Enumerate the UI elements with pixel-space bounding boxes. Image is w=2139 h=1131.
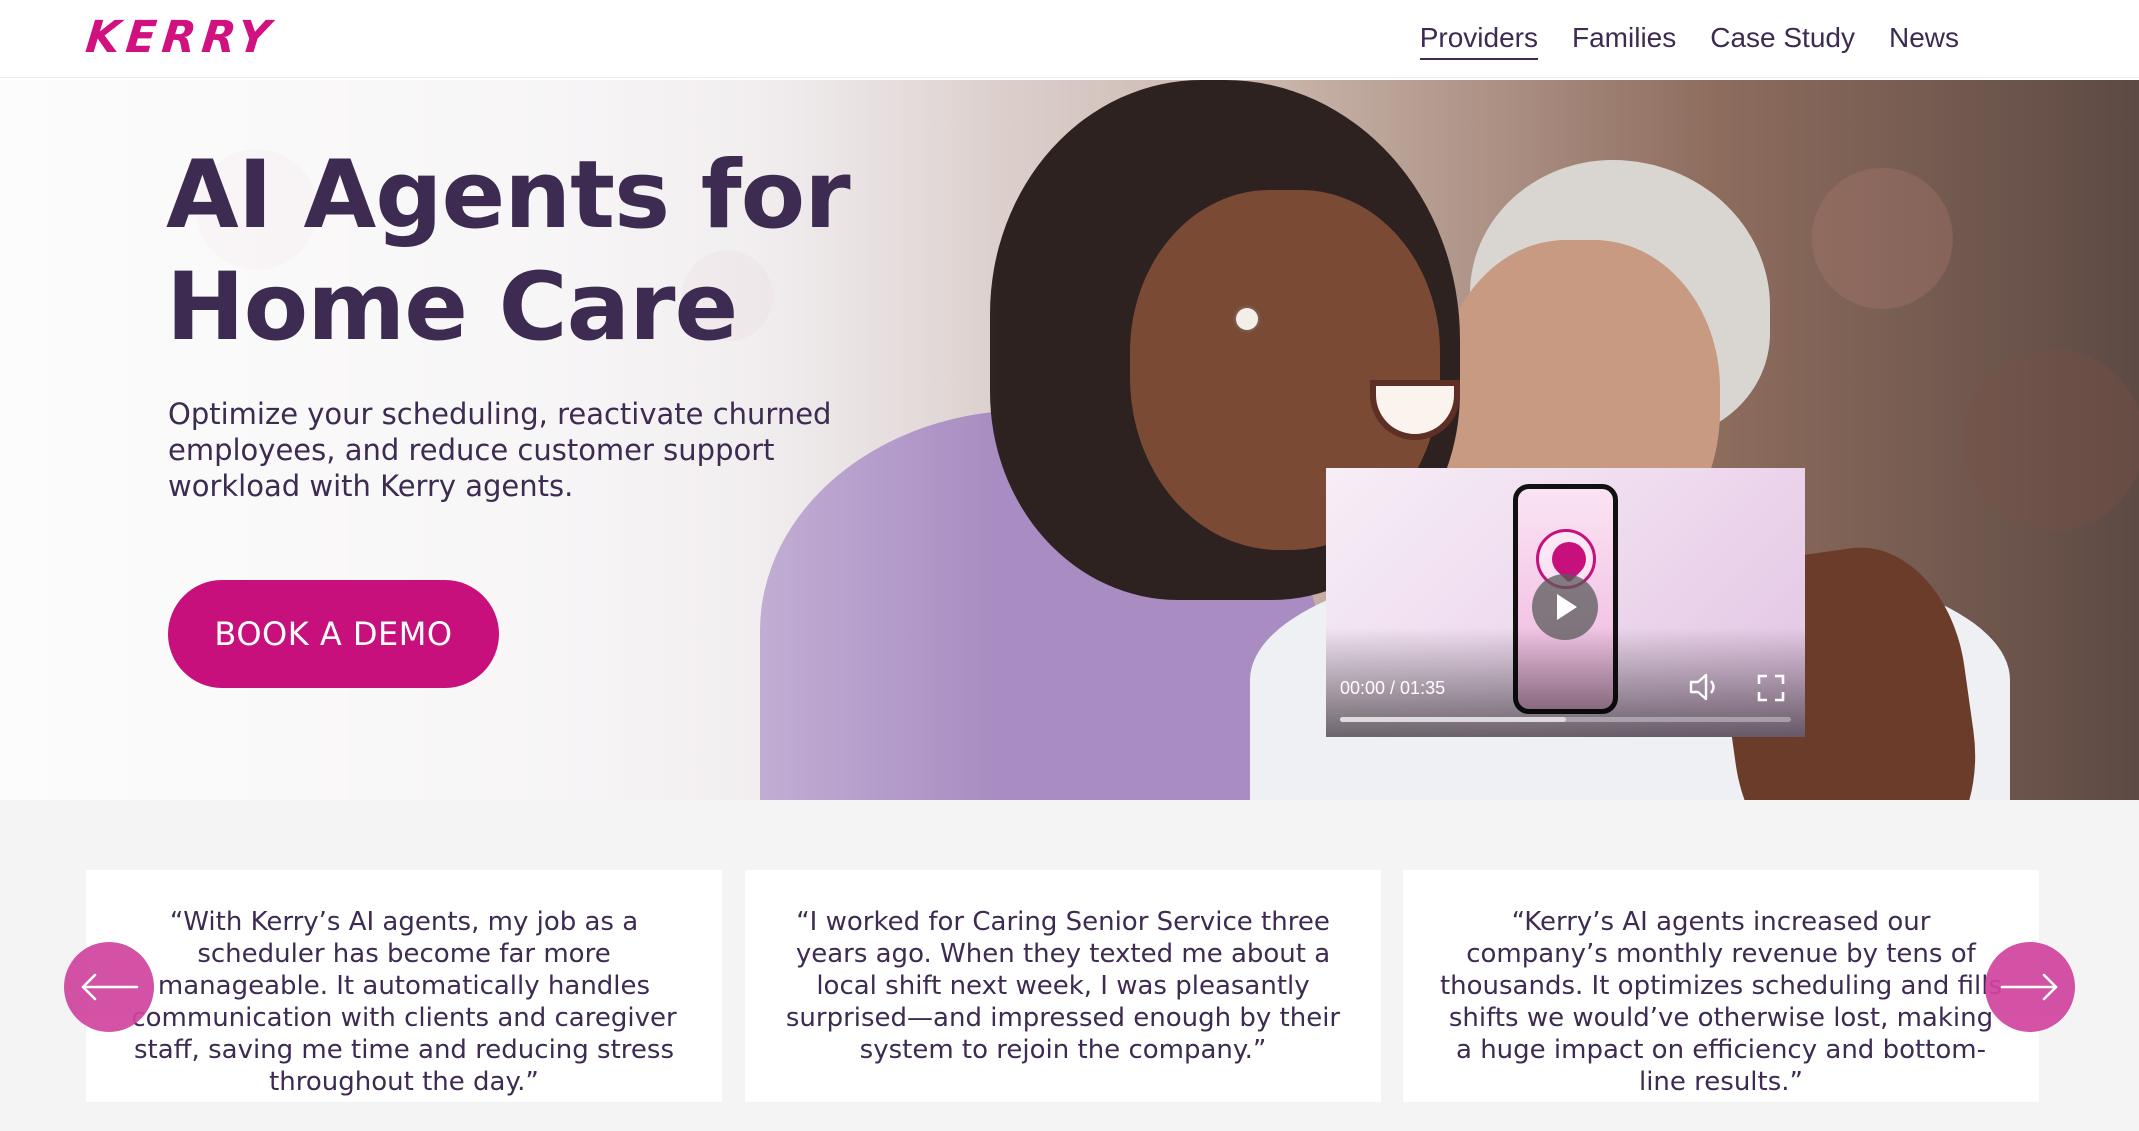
nav-providers[interactable]: Providers (1419, 22, 1538, 60)
arrow-left-icon (81, 973, 139, 1001)
video-time: 00:00 / 01:35 (1340, 678, 1446, 698)
testimonial-card: “Kerry’s AI agents increased our company… (1403, 870, 2039, 1102)
hero-title: AI Agents for Home Care (166, 140, 966, 364)
nav-case-study[interactable]: Case Study (1710, 22, 1855, 60)
testimonial-card: “I worked for Caring Senior Service thre… (745, 870, 1381, 1102)
carousel-next-button[interactable] (1985, 942, 2075, 1032)
testimonial-card: “With Kerry’s AI agents, my job as a sch… (86, 870, 722, 1102)
carousel-prev-button[interactable] (64, 942, 154, 1032)
earring (1236, 308, 1258, 330)
video-progress-bar[interactable] (1340, 717, 1791, 722)
main-nav: Providers Families Case Study News (1419, 22, 1959, 60)
hero-subtitle: Optimize your scheduling, reactivate chu… (168, 397, 832, 503)
testimonials-section: “With Kerry’s AI agents, my job as a sch… (0, 800, 2139, 1131)
testimonial-quote: “Kerry’s AI agents increased our company… (1439, 907, 2003, 1097)
site-header: KERRY Providers Families Case Study News (0, 0, 2139, 78)
arrow-right-icon (2000, 973, 2058, 1001)
video-buffered-bar (1340, 717, 1566, 722)
hero-title-line-1: AI Agents for (166, 141, 851, 250)
testimonial-quote: “With Kerry’s AI agents, my job as a sch… (131, 907, 677, 1097)
volume-icon[interactable] (1688, 672, 1722, 702)
play-icon[interactable] (1532, 574, 1598, 640)
hero-section: AI Agents for Home Care Optimize your sc… (0, 80, 2139, 800)
nav-news[interactable]: News (1889, 22, 1959, 60)
testimonial-quote: “I worked for Caring Senior Service thre… (785, 907, 1341, 1065)
fullscreen-icon[interactable] (1757, 674, 1785, 702)
promo-video-player[interactable]: 00:00 / 01:35 (1326, 468, 1805, 737)
hero-title-line-2: Home Care (166, 253, 738, 362)
book-demo-button[interactable]: BOOK A DEMO (168, 580, 499, 688)
nav-families[interactable]: Families (1572, 22, 1676, 60)
kerry-logo[interactable]: KERRY (83, 12, 278, 63)
